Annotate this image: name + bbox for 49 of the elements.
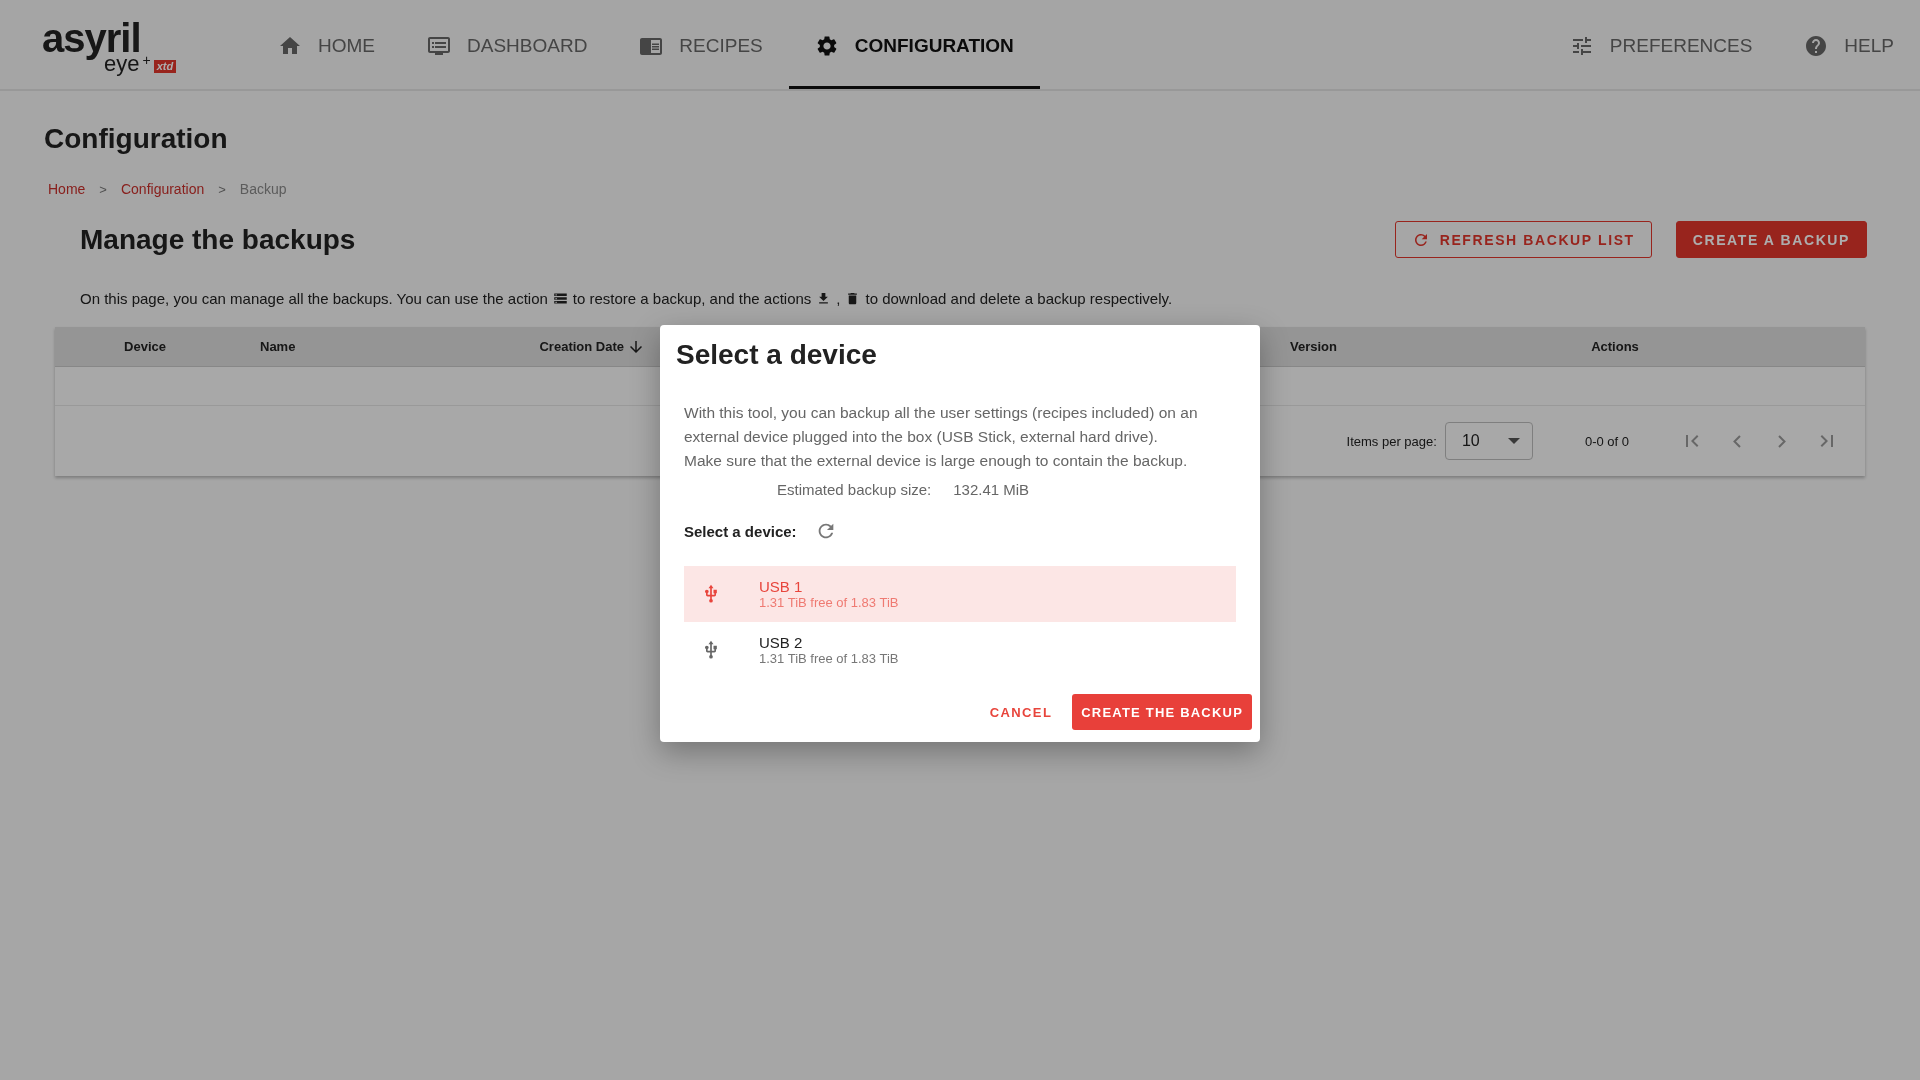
column-header: Version <box>1289 339 1338 354</box>
create-backup-button[interactable]: CREATE A BACKUP <box>1675 221 1867 258</box>
backup-size-label: Estimated backup size: <box>777 481 932 498</box>
nav-tab[interactable]: DASHBOARD <box>401 0 614 89</box>
nav-tab[interactable]: PREFERENCES <box>1543 0 1779 89</box>
device-name: USB 1 <box>759 578 804 595</box>
breadcrumb-separator: > <box>218 181 226 197</box>
create-backup-button[interactable]: CREATE THE BACKUP <box>1072 694 1252 730</box>
nav-tab[interactable]: RECIPES <box>613 0 789 89</box>
device-capacity: 1.31 TiB free of 1.83 TiB <box>759 595 899 610</box>
description-text: On this page, you can manage all the backups. You can use the action <box>80 290 548 307</box>
column-header: Actions <box>1590 339 1640 354</box>
select-device-label: Select a device: <box>684 522 797 540</box>
caret-icon <box>1507 438 1520 444</box>
column-header: Name <box>259 339 297 354</box>
nav-tab[interactable]: CONFIGURATION <box>788 0 1040 89</box>
device-capacity: 1.31 TiB free of 1.83 TiB <box>759 651 899 666</box>
column-header: Device <box>123 339 167 354</box>
column-header: Creation Date <box>475 337 645 356</box>
device-item[interactable]: USB 2 1.31 TiB free of 1.83 TiB <box>684 622 1236 678</box>
dialog-text: Make sure that the external device is large enough to contain the backup. <box>684 451 1189 471</box>
nav-tab[interactable]: HOME <box>252 0 401 89</box>
cancel-button[interactable]: CANCEL <box>985 696 1057 728</box>
dialog-title: Select a device <box>676 339 878 371</box>
breadcrumb-current: Backup <box>239 181 287 197</box>
breadcrumb-link[interactable]: Home <box>48 181 86 197</box>
device-name: USB 2 <box>759 634 804 651</box>
device-item[interactable]: USB 1 1.31 TiB free of 1.83 TiB <box>684 566 1236 622</box>
backup-size-value: 132.41 MiB <box>953 481 1030 498</box>
restore-icon <box>552 291 568 306</box>
chevron-left-icon <box>1732 434 1741 448</box>
logo-badge: xtd <box>153 59 177 73</box>
dialog-text: With this tool, you can backup all the user settings (recipes included) on an external device plugged into the box (USB Stick, external hard drive). <box>684 403 1199 447</box>
items-per-page-label: Items per page: <box>1346 433 1437 449</box>
logo-plus: + <box>142 52 151 67</box>
description-text: to download and delete a backup respectively. <box>865 290 1173 307</box>
nav-tab[interactable]: HELP <box>1778 0 1920 89</box>
page-size-select[interactable]: 10 <box>1444 422 1533 460</box>
refresh-list-button[interactable]: REFRESH BACKUP LIST <box>1394 221 1652 258</box>
breadcrumb-link[interactable]: Configuration <box>120 181 205 197</box>
description-text: , <box>836 290 841 307</box>
help-icon <box>1804 34 1829 58</box>
section-title: Manage the backups <box>80 223 357 256</box>
chevron-right-icon <box>1777 434 1786 448</box>
breadcrumb-separator: > <box>99 181 107 197</box>
page-range: 0-0 of 0 <box>1584 433 1629 449</box>
monitor-icon <box>427 34 451 58</box>
description-text: to restore a backup, and the actions <box>572 290 812 307</box>
page-title: Configuration <box>44 123 229 155</box>
